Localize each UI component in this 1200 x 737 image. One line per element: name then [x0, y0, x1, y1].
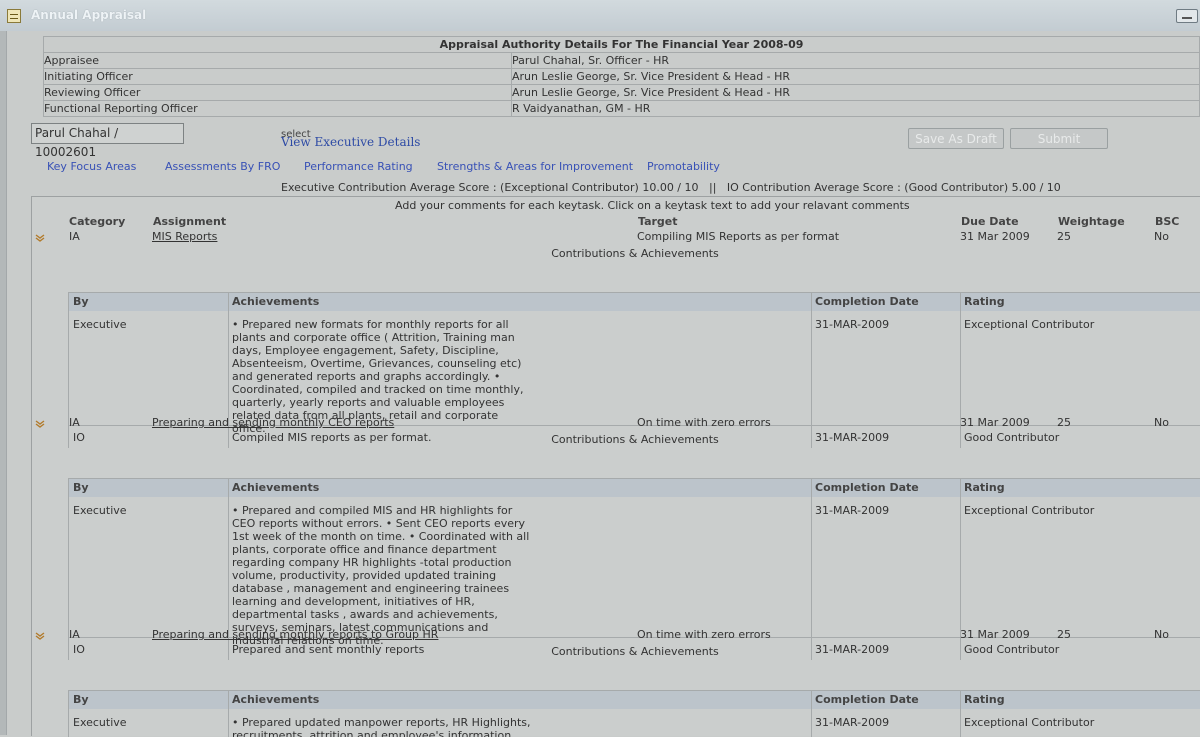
task-assignment-link[interactable]: Preparing and sending monthly reports to… — [152, 628, 438, 641]
window-title: Annual Appraisal — [31, 8, 147, 22]
authority-value: R Vaidyanathan, GM - HR — [511, 100, 1200, 117]
task-category: IA — [69, 628, 80, 641]
employee-field[interactable]: Parul Chahal / 10002601 — [31, 123, 184, 159]
nav-performance-rating[interactable]: Performance Rating — [304, 160, 413, 173]
col-due-date: Due Date — [961, 215, 1019, 228]
sub-col-completion: Completion Date — [815, 481, 919, 494]
contribution-date: 31-MAR-2009 — [815, 716, 890, 729]
contribution-text: • Prepared updated manpower reports, HR … — [232, 716, 531, 737]
task-weightage: 25 — [1057, 230, 1071, 243]
contributions-header: By Achievements Completion Date Rating — [69, 691, 1200, 709]
authority-row: Functional Reporting Officer R Vaidyanat… — [43, 100, 1200, 117]
save-as-draft-button[interactable]: Save As Draft — [908, 128, 1004, 149]
sub-col-achievements: Achievements — [232, 693, 320, 706]
contributions-table: By Achievements Completion Date Rating E… — [68, 690, 1200, 737]
authority-label: Appraisee — [43, 52, 512, 69]
task-category: IA — [69, 416, 80, 429]
contributions-header: By Achievements Completion Date Rating — [69, 479, 1200, 497]
nav-key-focus-areas[interactable]: Key Focus Areas — [47, 160, 136, 173]
contribution-rating: Exceptional Contributor — [964, 504, 1095, 517]
nav-strengths-areas[interactable]: Strengths & Areas for Improvement — [437, 160, 633, 173]
expand-chevron-icon[interactable] — [35, 632, 45, 640]
sub-col-by: By — [73, 295, 89, 308]
sub-col-rating: Rating — [964, 693, 1005, 706]
task-bsc: No — [1154, 628, 1169, 641]
task-bsc: No — [1154, 230, 1169, 243]
authority-label: Functional Reporting Officer — [43, 100, 512, 117]
task-target: Compiling MIS Reports as per format — [637, 230, 840, 243]
task-target: On time with zero errors — [637, 416, 771, 429]
contribution-by: Executive — [73, 716, 127, 729]
appraisal-content: Appraisal Authority Details For The Fina… — [7, 31, 1200, 737]
expand-chevron-icon[interactable] — [35, 234, 45, 242]
submit-button[interactable]: Submit — [1010, 128, 1108, 149]
nav-assessments-by-fro[interactable]: Assessments By FRO — [165, 160, 280, 173]
authority-value: Arun Leslie George, Sr. Vice President &… — [511, 84, 1200, 101]
view-executive-details-link[interactable]: View Executive Details — [281, 135, 420, 149]
sub-col-rating: Rating — [964, 295, 1005, 308]
authority-row: Initiating Officer Arun Leslie George, S… — [43, 68, 1200, 85]
col-weightage: Weightage — [1058, 215, 1125, 228]
task-category: IA — [69, 230, 80, 243]
window-titlebar: Annual Appraisal — [0, 0, 1200, 32]
task-bsc: No — [1154, 416, 1169, 429]
col-bsc: BSC — [1155, 215, 1180, 228]
authority-heading: Appraisal Authority Details For The Fina… — [43, 36, 1200, 53]
contribution-date: 31-MAR-2009 — [815, 318, 890, 331]
contribution-rating: Exceptional Contributor — [964, 318, 1095, 331]
contribution-by: Executive — [73, 504, 127, 517]
sub-col-by: By — [73, 693, 89, 706]
authority-value: Parul Chahal, Sr. Officer - HR — [511, 52, 1200, 69]
contributions-title: Contributions & Achievements — [551, 433, 719, 446]
keytask-grid: Add your comments for each keytask. Clic… — [31, 196, 1200, 737]
col-target: Target — [638, 215, 678, 228]
task-due-date: 31 Mar 2009 — [960, 416, 1030, 429]
task-weightage: 25 — [1057, 416, 1071, 429]
authority-table: Appraisal Authority Details For The Fina… — [43, 36, 1200, 117]
task-assignment-link[interactable]: Preparing and sending monthly CEO report… — [152, 416, 394, 429]
window-left-edge — [0, 31, 7, 735]
minimize-button[interactable] — [1176, 9, 1198, 23]
average-scores: Executive Contribution Average Score : (… — [281, 181, 1061, 194]
authority-label: Reviewing Officer — [43, 84, 512, 101]
grid-instruction: Add your comments for each keytask. Clic… — [395, 199, 910, 212]
app-icon — [7, 9, 21, 23]
contribution-rating: Exceptional Contributor — [964, 716, 1095, 729]
contribution-by: Executive — [73, 318, 127, 331]
sub-col-completion: Completion Date — [815, 295, 919, 308]
nav-promotability[interactable]: Promotability — [647, 160, 720, 173]
sub-col-by: By — [73, 481, 89, 494]
sub-col-completion: Completion Date — [815, 693, 919, 706]
task-target: On time with zero errors — [637, 628, 771, 641]
task-due-date: 31 Mar 2009 — [960, 230, 1030, 243]
contributions-title: Contributions & Achievements — [551, 645, 719, 658]
sub-col-rating: Rating — [964, 481, 1005, 494]
contributions-header: By Achievements Completion Date Rating — [69, 293, 1200, 311]
authority-row: Reviewing Officer Arun Leslie George, Sr… — [43, 84, 1200, 101]
task-assignment-link[interactable]: MIS Reports — [152, 230, 217, 243]
authority-value: Arun Leslie George, Sr. Vice President &… — [511, 68, 1200, 85]
authority-row: Appraisee Parul Chahal, Sr. Officer - HR — [43, 52, 1200, 69]
authority-label: Initiating Officer — [43, 68, 512, 85]
sub-col-achievements: Achievements — [232, 481, 320, 494]
task-weightage: 25 — [1057, 628, 1071, 641]
col-category: Category — [69, 215, 126, 228]
contributions-title: Contributions & Achievements — [551, 247, 719, 260]
task-due-date: 31 Mar 2009 — [960, 628, 1030, 641]
contribution-date: 31-MAR-2009 — [815, 504, 890, 517]
col-assignment: Assignment — [153, 215, 227, 228]
sub-col-achievements: Achievements — [232, 295, 320, 308]
contribution-text: • Prepared and compiled MIS and HR highl… — [232, 504, 530, 647]
expand-chevron-icon[interactable] — [35, 420, 45, 428]
